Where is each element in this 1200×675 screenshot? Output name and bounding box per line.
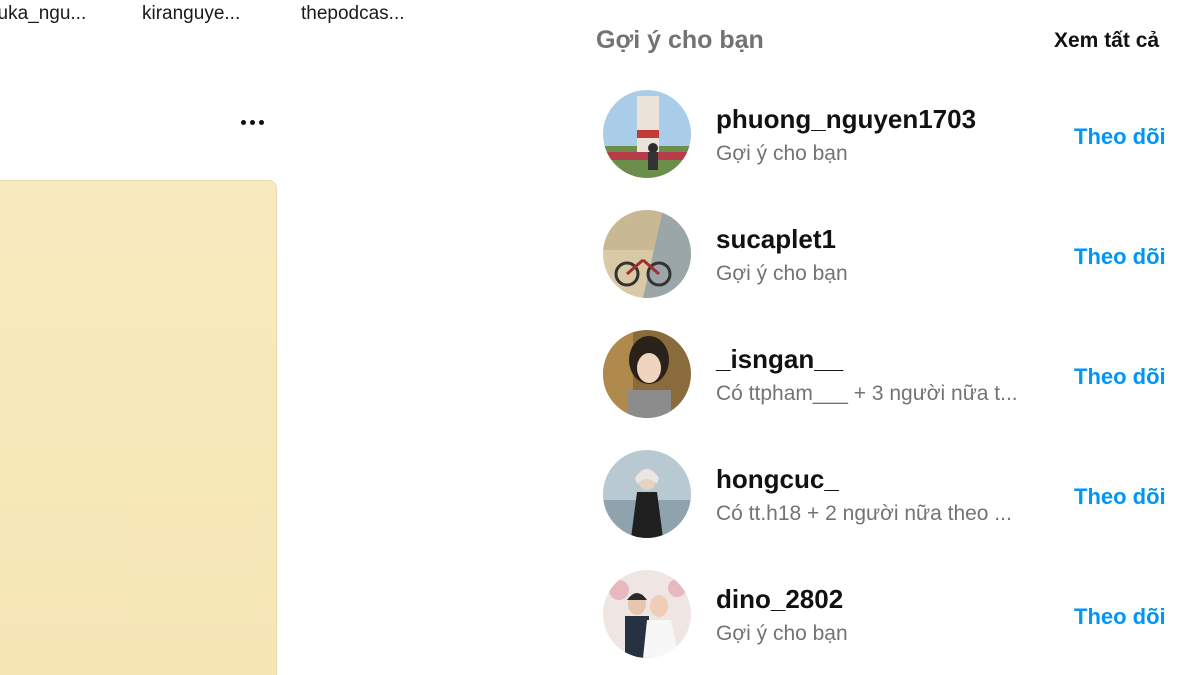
suggestion-row: dino_2802 Gợi ý cho bạn Theo dõi xyxy=(0,570,1200,670)
suggestions-title: Gợi ý cho bạn xyxy=(596,26,764,54)
suggestion-row: phuong_nguyen1703 Gợi ý cho bạn Theo dõi xyxy=(0,90,1200,190)
avatar[interactable] xyxy=(603,570,691,658)
suggestion-subtext: Có ttpham___ + 3 người nữa t... xyxy=(716,382,1018,405)
avatar[interactable] xyxy=(603,450,691,538)
instagram-feed-page: suka_ngu... kiranguye... thepodcas... Gợ… xyxy=(0,0,1200,675)
suggestion-subtext: Gợi ý cho bạn xyxy=(716,142,848,165)
suggestion-username[interactable]: hongcuc_ xyxy=(716,464,839,495)
avatar[interactable] xyxy=(603,330,691,418)
suggestion-subtext: Có tt.h18 + 2 người nữa theo ... xyxy=(716,502,1012,525)
suggestion-username[interactable]: phuong_nguyen1703 xyxy=(716,104,976,135)
suggestion-username[interactable]: _isngan__ xyxy=(716,344,843,375)
avatar[interactable] xyxy=(603,210,691,298)
follow-button[interactable]: Theo dõi xyxy=(1074,364,1166,390)
suggestion-row: _isngan__ Có ttpham___ + 3 người nữa t..… xyxy=(0,330,1200,430)
story-username[interactable]: suka_ngu... xyxy=(0,3,86,25)
follow-button[interactable]: Theo dõi xyxy=(1074,604,1166,630)
suggestion-username[interactable]: sucaplet1 xyxy=(716,224,836,255)
suggestion-subtext: Gợi ý cho bạn xyxy=(716,622,848,645)
avatar[interactable] xyxy=(603,90,691,178)
suggestion-row: sucaplet1 Gợi ý cho bạn Theo dõi xyxy=(0,210,1200,310)
stories-strip: suka_ngu... kiranguye... thepodcas... xyxy=(0,0,520,40)
suggestion-username[interactable]: dino_2802 xyxy=(716,584,843,615)
follow-button[interactable]: Theo dõi xyxy=(1074,484,1166,510)
story-username[interactable]: kiranguye... xyxy=(142,3,240,25)
story-username[interactable]: thepodcas... xyxy=(301,3,405,25)
suggestion-row: hongcuc_ Có tt.h18 + 2 người nữa theo ..… xyxy=(0,450,1200,550)
see-all-link[interactable]: Xem tất cả xyxy=(1054,29,1159,53)
suggestion-subtext: Gợi ý cho bạn xyxy=(716,262,848,285)
follow-button[interactable]: Theo dõi xyxy=(1074,244,1166,270)
follow-button[interactable]: Theo dõi xyxy=(1074,124,1166,150)
